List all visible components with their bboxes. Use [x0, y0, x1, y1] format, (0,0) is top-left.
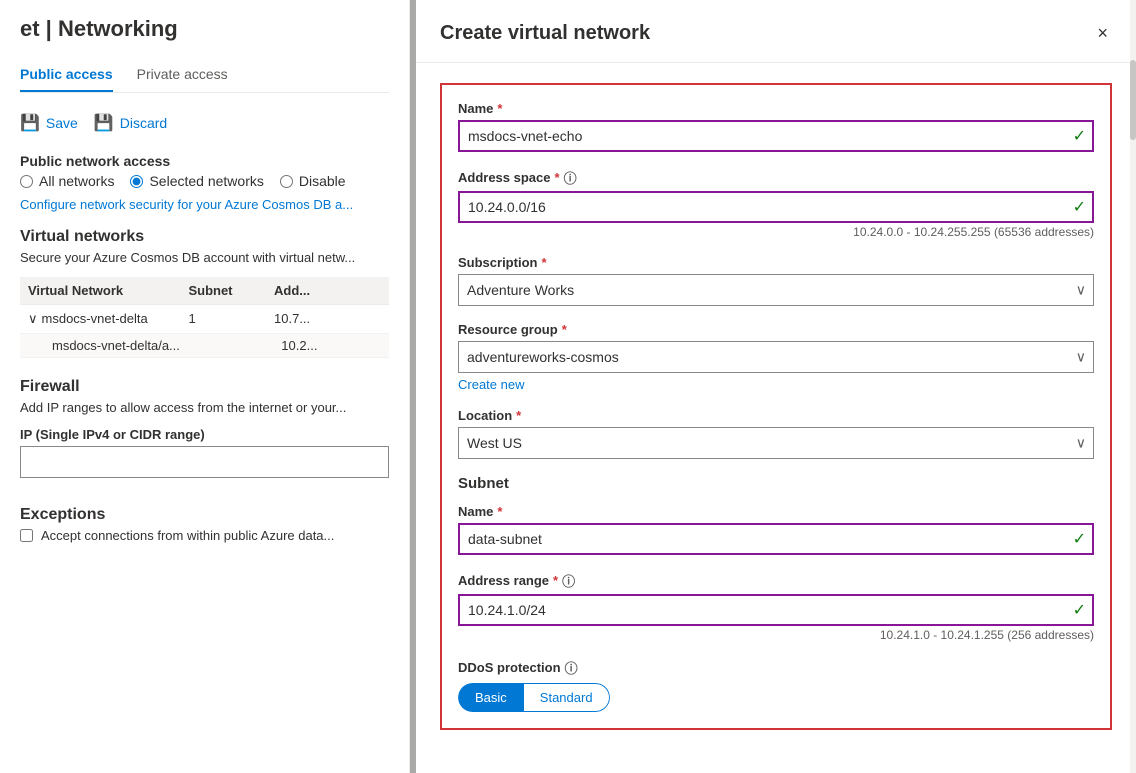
- location-required: *: [516, 408, 521, 423]
- exceptions-checkbox[interactable]: [20, 529, 33, 542]
- close-button[interactable]: ×: [1093, 20, 1112, 46]
- address-space-group: Address space * ⓘ ✓ 10.24.0.0 - 10.24.25…: [458, 168, 1094, 239]
- discard-icon: 💾: [94, 113, 114, 133]
- save-icon: 💾: [20, 113, 40, 133]
- radio-all-networks[interactable]: All networks: [20, 173, 114, 189]
- subnet-name-input[interactable]: [458, 523, 1094, 555]
- subnet-name-required: *: [497, 504, 502, 519]
- ddos-label: DDoS protection ⓘ: [458, 658, 1094, 677]
- address-space-input-wrapper: ✓: [458, 191, 1094, 223]
- network-access-options: All networks Selected networks Disable: [20, 173, 389, 189]
- location-select[interactable]: West US: [458, 427, 1094, 459]
- address-range-check-icon: ✓: [1073, 600, 1086, 620]
- firewall-title: Firewall: [20, 378, 389, 396]
- name-input[interactable]: [458, 120, 1094, 152]
- drawer-header: Create virtual network ×: [416, 0, 1136, 63]
- location-label: Location *: [458, 408, 1094, 423]
- overlay[interactable]: Create virtual network × Name * ✓: [410, 0, 1136, 773]
- address-info-icon[interactable]: ⓘ: [564, 168, 577, 187]
- toolbar: 💾 Save 💾 Discard: [20, 109, 389, 137]
- ip-input-label: IP (Single IPv4 or CIDR range): [20, 427, 389, 442]
- address-range-input-wrapper: ✓: [458, 594, 1094, 626]
- subnet-name-check-icon: ✓: [1073, 529, 1086, 549]
- subscription-label: Subscription *: [458, 255, 1094, 270]
- address-space-label: Address space * ⓘ: [458, 168, 1094, 187]
- subnet-name-input-wrapper: ✓: [458, 523, 1094, 555]
- address-range-input[interactable]: [458, 594, 1094, 626]
- table-row[interactable]: ∨msdocs-vnet-delta 1 10.7...: [20, 305, 389, 334]
- virtual-networks-title: Virtual networks: [20, 228, 389, 246]
- resource-group-label: Resource group *: [458, 322, 1094, 337]
- address-range-group: Address range * ⓘ ✓ 10.24.1.0 - 10.24.1.…: [458, 571, 1094, 642]
- scrollbar-track: [1130, 0, 1136, 773]
- subnet-name-group: Name * ✓: [458, 504, 1094, 555]
- subnet-section-label: Subnet: [458, 475, 1094, 492]
- address-range-label: Address range * ⓘ: [458, 571, 1094, 590]
- discard-button[interactable]: 💾 Discard: [94, 109, 167, 137]
- exceptions-title: Exceptions: [20, 506, 389, 524]
- form-border-box: Name * ✓ Address space * ⓘ: [440, 83, 1112, 730]
- radio-selected-networks[interactable]: Selected networks: [130, 173, 263, 189]
- public-network-access-label: Public network access: [20, 153, 389, 169]
- resource-group-select[interactable]: adventureworks-cosmos: [458, 341, 1094, 373]
- firewall-subtitle: Add IP ranges to allow access from the i…: [20, 400, 389, 415]
- left-panel: et | Networking Public access Private ac…: [0, 0, 410, 773]
- subnet-name-label: Name *: [458, 504, 1094, 519]
- drawer-title: Create virtual network: [440, 22, 650, 45]
- configure-network-link[interactable]: Configure network security for your Azur…: [20, 197, 389, 212]
- save-button[interactable]: 💾 Save: [20, 109, 78, 137]
- tab-public-access[interactable]: Public access: [20, 58, 113, 92]
- virtual-networks-table: Virtual Network Subnet Add... ∨msdocs-vn…: [20, 277, 389, 358]
- tabs-container: Public access Private access: [20, 58, 389, 93]
- drawer-content: Name * ✓ Address space * ⓘ: [416, 63, 1136, 773]
- table-header: Virtual Network Subnet Add...: [20, 277, 389, 305]
- location-group: Location * West US ∨: [458, 408, 1094, 459]
- drawer-panel: Create virtual network × Name * ✓: [416, 0, 1136, 773]
- ddos-info-icon[interactable]: ⓘ: [565, 658, 578, 677]
- address-range-required: *: [553, 573, 558, 588]
- subscription-required: *: [541, 255, 546, 270]
- ddos-standard-button[interactable]: Standard: [523, 683, 610, 712]
- name-label: Name *: [458, 101, 1094, 116]
- ddos-section: DDoS protection ⓘ Basic Standard: [458, 658, 1094, 712]
- resource-required: *: [562, 322, 567, 337]
- address-space-hint: 10.24.0.0 - 10.24.255.255 (65536 address…: [458, 225, 1094, 239]
- name-input-wrapper: ✓: [458, 120, 1094, 152]
- name-group: Name * ✓: [458, 101, 1094, 152]
- address-space-input[interactable]: [458, 191, 1094, 223]
- create-new-link[interactable]: Create new: [458, 377, 1094, 392]
- subscription-group: Subscription * Adventure Works ∨: [458, 255, 1094, 306]
- name-check-icon: ✓: [1073, 126, 1086, 146]
- address-range-info-icon[interactable]: ⓘ: [562, 571, 575, 590]
- resource-group-select-wrapper: adventureworks-cosmos ∨: [458, 341, 1094, 373]
- address-range-hint: 10.24.1.0 - 10.24.1.255 (256 addresses): [458, 628, 1094, 642]
- ddos-toggle-group: Basic Standard: [458, 683, 610, 712]
- subnet-section: Subnet Name * ✓: [458, 475, 1094, 642]
- exceptions-checkbox-label[interactable]: Accept connections from within public Az…: [20, 528, 389, 543]
- subscription-select[interactable]: Adventure Works: [458, 274, 1094, 306]
- radio-disable[interactable]: Disable: [280, 173, 346, 189]
- page-title: et | Networking: [20, 16, 389, 42]
- ddos-basic-button[interactable]: Basic: [458, 683, 523, 712]
- scrollbar-thumb[interactable]: [1130, 60, 1136, 140]
- address-check-icon: ✓: [1073, 197, 1086, 217]
- name-required: *: [497, 101, 502, 116]
- subscription-select-wrapper: Adventure Works ∨: [458, 274, 1094, 306]
- virtual-networks-subtitle: Secure your Azure Cosmos DB account with…: [20, 250, 389, 265]
- table-row-sub[interactable]: msdocs-vnet-delta/a... 10.2...: [20, 334, 389, 358]
- ip-input[interactable]: [20, 446, 389, 478]
- exceptions-section: Exceptions Accept connections from withi…: [20, 506, 389, 543]
- resource-group-group: Resource group * adventureworks-cosmos ∨…: [458, 322, 1094, 392]
- firewall-section: Firewall Add IP ranges to allow access f…: [20, 378, 389, 490]
- tab-private-access[interactable]: Private access: [137, 58, 228, 92]
- location-select-wrapper: West US ∨: [458, 427, 1094, 459]
- address-required: *: [555, 170, 560, 185]
